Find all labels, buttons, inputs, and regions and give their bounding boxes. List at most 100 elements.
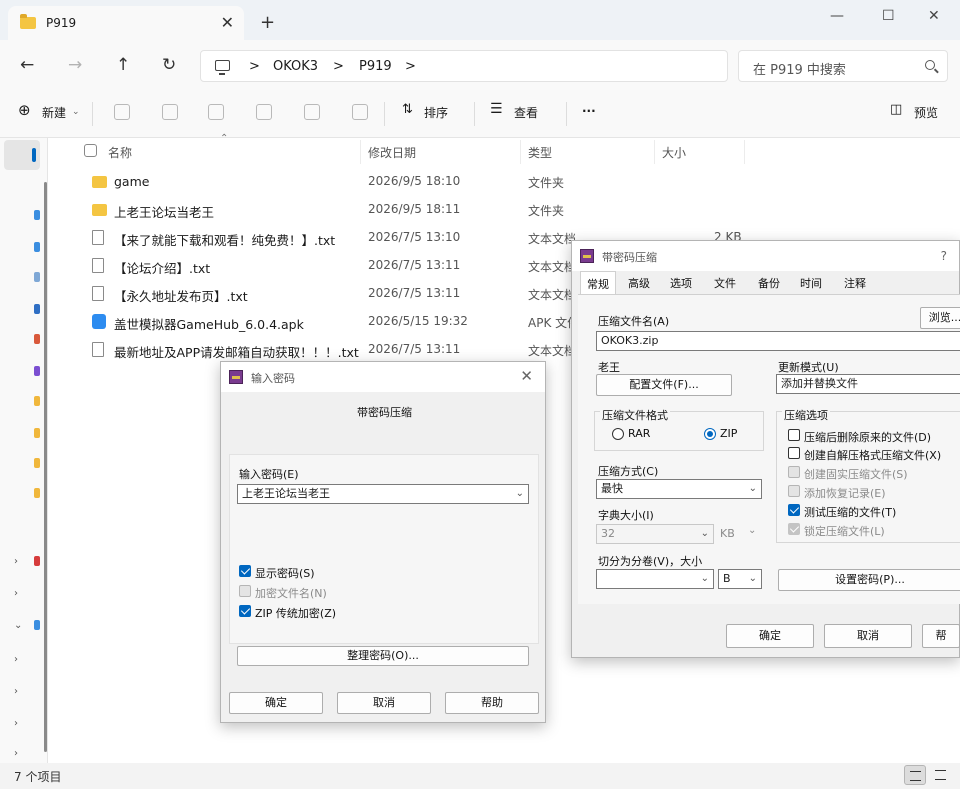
opt-lock-checkbox[interactable]	[788, 523, 800, 535]
tab-backup[interactable]: 备份	[758, 275, 780, 291]
opt-delete-checkbox[interactable]	[788, 429, 800, 441]
column-header-size[interactable]: 大小	[662, 144, 686, 161]
close-window-button[interactable]: ✕	[928, 8, 940, 24]
preview-button[interactable]: 预览	[914, 104, 938, 121]
tab-time[interactable]: 时间	[800, 275, 822, 291]
view-button[interactable]: 查看	[514, 104, 538, 121]
archive-cancel-button[interactable]: 取消	[824, 624, 912, 648]
refresh-button[interactable]: ↻	[162, 55, 176, 75]
nav-item-icon[interactable]	[34, 556, 40, 566]
more-options-button[interactable]: ···	[582, 104, 596, 118]
maximize-button[interactable]: ☐	[882, 8, 895, 24]
password-input[interactable]: 上老王论坛当老王 ⌄	[237, 484, 529, 504]
nav-item-icon[interactable]	[34, 242, 40, 252]
nav-item-icon[interactable]	[34, 620, 40, 630]
file-row[interactable]: 上老王论坛当老王 2026/9/5 18:11 文件夹	[84, 196, 784, 224]
opt-recovery-checkbox[interactable]	[788, 485, 800, 497]
nav-item-icon[interactable]	[34, 304, 40, 314]
password-ok-button[interactable]: 确定	[229, 692, 323, 714]
file-date: 2026/9/5 18:11	[368, 202, 461, 216]
password-cancel-button[interactable]: 取消	[337, 692, 431, 714]
share-icon[interactable]	[304, 104, 320, 120]
update-mode-select[interactable]: 添加并替换文件	[776, 374, 960, 394]
minimize-button[interactable]: —	[830, 8, 844, 24]
delete-icon[interactable]	[352, 104, 368, 120]
search-input[interactable]: 在 P919 中搜索	[738, 50, 948, 82]
column-divider[interactable]	[520, 140, 521, 164]
paste-icon[interactable]	[208, 104, 224, 120]
tiles-view-button[interactable]	[930, 765, 952, 785]
file-row[interactable]: game 2026/9/5 18:10 文件夹	[84, 168, 784, 196]
back-button[interactable]: ←	[20, 55, 34, 75]
format-rar-radio[interactable]	[612, 428, 624, 440]
password-dialog-titlebar[interactable]: 输入密码 ✕	[221, 362, 545, 392]
password-help-button[interactable]: 帮助	[445, 692, 539, 714]
method-select[interactable]: 最快 ⌄	[596, 479, 762, 499]
tab-files[interactable]: 文件	[714, 275, 736, 291]
show-password-checkbox[interactable]	[239, 565, 251, 577]
archive-help-button[interactable]: 帮	[922, 624, 960, 648]
address-box[interactable]: > OKOK3 > P919 >	[200, 50, 728, 82]
column-header-name[interactable]: 名称	[108, 144, 132, 161]
opt-solid-checkbox[interactable]	[788, 466, 800, 478]
opt-test-checkbox[interactable]	[788, 504, 800, 516]
close-tab-icon[interactable]: ✕	[221, 13, 234, 32]
split-size-input[interactable]: ⌄	[596, 569, 714, 589]
zip-legacy-checkbox[interactable]	[239, 605, 251, 617]
new-button[interactable]: 新建	[42, 104, 66, 121]
nav-item-icon[interactable]	[34, 488, 40, 498]
breadcrumb-p919[interactable]: P919	[359, 59, 392, 74]
cut-icon[interactable]	[114, 104, 130, 120]
organize-passwords-button[interactable]: 整理密码(O)...	[237, 646, 529, 666]
encrypt-names-checkbox[interactable]	[239, 585, 251, 597]
dictionary-select[interactable]: 32 ⌄	[596, 524, 714, 544]
tab-p919[interactable]: P919 ✕	[8, 6, 244, 40]
format-zip-radio[interactable]	[704, 428, 716, 440]
nav-item-icon[interactable]	[34, 366, 40, 376]
sort-button[interactable]: 排序	[424, 104, 448, 121]
rename-icon[interactable]	[256, 104, 272, 120]
set-password-button[interactable]: 设置密码(P)...	[778, 569, 960, 591]
details-view-button[interactable]	[904, 765, 926, 785]
archive-name-input[interactable]: OKOK3.zip	[596, 331, 960, 351]
column-header-type[interactable]: 类型	[528, 144, 552, 161]
column-divider[interactable]	[744, 140, 745, 164]
copy-icon[interactable]	[162, 104, 178, 120]
column-header-modified[interactable]: 修改日期	[368, 144, 416, 161]
breadcrumb-separator[interactable]: >	[405, 59, 416, 74]
column-divider[interactable]	[654, 140, 655, 164]
chevron-right-icon[interactable]: ›	[14, 748, 18, 759]
forward-button[interactable]: →	[68, 55, 82, 75]
close-dialog-button[interactable]: ✕	[520, 367, 533, 385]
column-divider[interactable]	[360, 140, 361, 164]
select-all-checkbox[interactable]	[84, 144, 97, 157]
nav-item-icon[interactable]	[34, 334, 40, 344]
new-tab-button[interactable]: +	[260, 12, 275, 33]
nav-item-icon[interactable]	[34, 428, 40, 438]
chevron-down-icon[interactable]: ⌄	[14, 620, 22, 631]
nav-item-icon[interactable]	[34, 272, 40, 282]
tab-options[interactable]: 选项	[670, 275, 692, 291]
archive-ok-button[interactable]: 确定	[726, 624, 814, 648]
opt-sfx-checkbox[interactable]	[788, 447, 800, 459]
up-button[interactable]: ↑	[116, 55, 130, 75]
chevron-right-icon[interactable]: ›	[14, 654, 18, 665]
archive-dialog-titlebar[interactable]: 带密码压缩 ?	[572, 241, 959, 271]
chevron-right-icon[interactable]: ›	[14, 686, 18, 697]
tab-comment[interactable]: 注释	[844, 275, 866, 291]
help-question-button[interactable]: ?	[941, 249, 947, 263]
split-unit-select[interactable]: B ⌄	[718, 569, 762, 589]
chevron-right-icon[interactable]: ›	[14, 556, 18, 567]
nav-item-icon[interactable]	[34, 396, 40, 406]
breadcrumb-okok3[interactable]: OKOK3	[273, 59, 318, 74]
nav-item-icon[interactable]	[34, 458, 40, 468]
nav-scrollbar[interactable]	[44, 182, 47, 752]
profiles-button[interactable]: 配置文件(F)...	[596, 374, 732, 396]
chevron-right-icon[interactable]: ›	[14, 588, 18, 599]
browse-button[interactable]: 浏览...	[920, 307, 960, 329]
nav-item-selected[interactable]	[4, 140, 40, 170]
chevron-right-icon[interactable]: ›	[14, 718, 18, 729]
tab-advanced[interactable]: 高级	[628, 275, 650, 291]
tab-title: P919	[46, 16, 77, 30]
nav-item-icon[interactable]	[34, 210, 40, 220]
